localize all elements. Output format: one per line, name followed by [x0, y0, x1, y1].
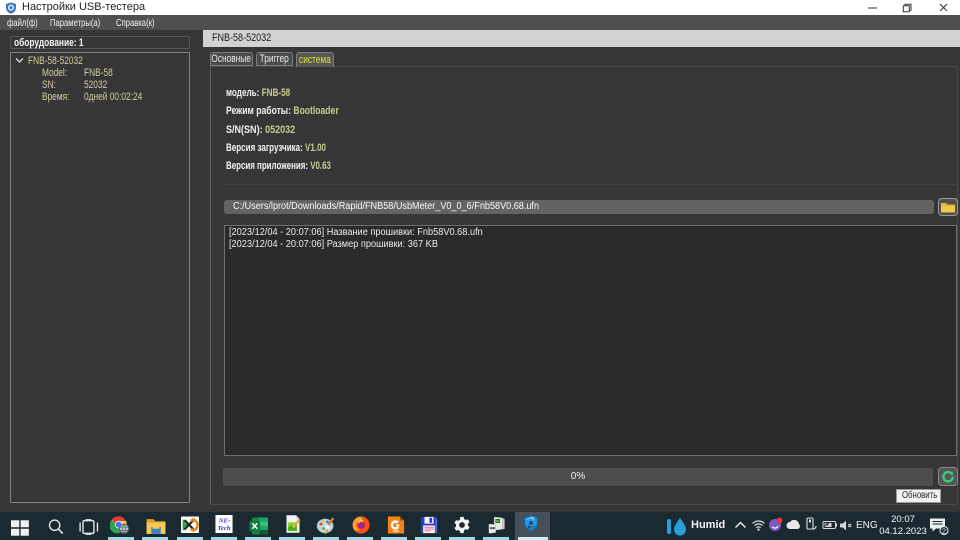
svg-text:NE-: NE- [218, 518, 230, 525]
svg-text:2: 2 [942, 526, 946, 535]
svg-text:Tech: Tech [217, 525, 230, 532]
svg-text:PDF: PDF [393, 530, 399, 534]
